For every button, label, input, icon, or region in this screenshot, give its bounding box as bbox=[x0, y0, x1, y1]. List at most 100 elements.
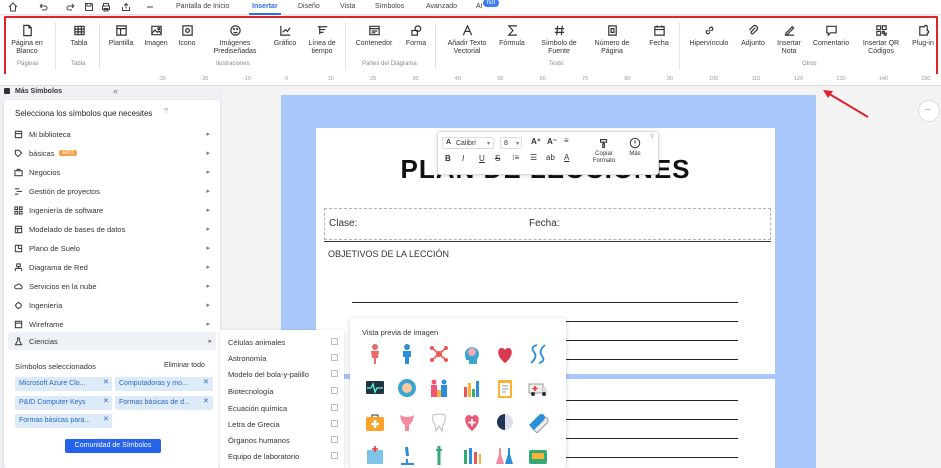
numbered-list-icon[interactable]: ⁝≡ bbox=[512, 153, 519, 162]
submenu-item[interactable]: Equipo de laboratorio bbox=[228, 452, 340, 461]
submenu-item[interactable]: Modelo del bola-y-palillo bbox=[228, 370, 340, 379]
checkbox[interactable] bbox=[331, 420, 338, 427]
checkbox[interactable] bbox=[331, 338, 338, 345]
heart-organ-icon[interactable] bbox=[494, 343, 516, 365]
lab-flasks-icon[interactable] bbox=[494, 444, 516, 466]
more-button[interactable]: Más bbox=[624, 137, 646, 157]
italic-button[interactable]: I bbox=[462, 154, 464, 163]
clear-all-link[interactable]: Eliminar todo bbox=[164, 362, 205, 369]
molecule-icon[interactable] bbox=[428, 343, 450, 365]
home-icon[interactable] bbox=[8, 2, 18, 12]
category-diagrama-de-red[interactable]: Diagrama de Red ▸ bbox=[14, 258, 214, 276]
align-icon[interactable]: ≡ bbox=[564, 136, 569, 145]
menu-insertar[interactable]: Insertar bbox=[252, 3, 278, 10]
lab-equipment-icon[interactable] bbox=[527, 444, 549, 466]
checkbox[interactable] bbox=[331, 452, 338, 459]
hospital-icon[interactable] bbox=[364, 444, 386, 466]
redo-icon[interactable] bbox=[66, 2, 76, 12]
category-plano-de-suelo[interactable]: Plano de Suelo ▸ bbox=[14, 239, 214, 257]
category-gestion-de-proyectos[interactable]: Gestión de proyectos ▸ bbox=[14, 182, 214, 200]
category-wireframe[interactable]: Wireframe ▸ bbox=[14, 315, 214, 333]
category-servicios-en-la-nube[interactable]: Servicios en la nube ▸ bbox=[14, 277, 214, 295]
half-circle-icon[interactable] bbox=[494, 411, 516, 433]
close-icon[interactable]: ✕ bbox=[103, 397, 109, 405]
menu-diseno[interactable]: Diseño bbox=[298, 3, 320, 10]
category-basicas[interactable]: básicas HOT ▸ bbox=[14, 144, 214, 162]
pill-capsule-icon[interactable] bbox=[527, 411, 549, 433]
submenu-item[interactable]: Células animales bbox=[228, 338, 340, 347]
selected-chip[interactable]: Formas básicas para... bbox=[15, 414, 112, 428]
menu-vista[interactable]: Vista bbox=[340, 3, 355, 10]
selected-chip[interactable]: Microsoft Azure Clo... bbox=[15, 377, 112, 391]
collapse-panel-icon[interactable]: « bbox=[113, 86, 118, 96]
fetus-icon[interactable] bbox=[396, 377, 418, 399]
font-grow-icon[interactable]: A⁺ bbox=[531, 137, 541, 146]
font-shrink-icon[interactable]: A⁻ bbox=[547, 137, 557, 146]
font-family-select[interactable]: A Calibri ▾ bbox=[442, 137, 494, 149]
close-icon[interactable]: ✕ bbox=[203, 378, 209, 386]
uterus-icon[interactable] bbox=[396, 411, 418, 433]
selected-chip[interactable]: P&ID Computer Keys bbox=[15, 396, 112, 410]
health-heart-icon[interactable] bbox=[461, 411, 483, 433]
clipboard-icon[interactable] bbox=[494, 377, 516, 399]
copy-format-button[interactable]: Copiar Formato bbox=[590, 137, 618, 165]
more-quick-access-icon[interactable] bbox=[145, 2, 155, 12]
syringe-icon[interactable] bbox=[428, 444, 450, 466]
bold-button[interactable]: B bbox=[445, 154, 451, 163]
strikethrough-button[interactable]: S bbox=[495, 154, 500, 163]
checkbox[interactable] bbox=[331, 436, 338, 443]
category-ingenieria[interactable]: Ingeniería ▸ bbox=[14, 296, 214, 314]
checkbox[interactable] bbox=[331, 387, 338, 394]
export-icon[interactable] bbox=[121, 2, 131, 12]
ecg-monitor-icon[interactable] bbox=[364, 377, 386, 399]
checkbox[interactable] bbox=[331, 370, 338, 377]
submenu-item[interactable]: Biotecnología bbox=[228, 387, 340, 396]
help-icon[interactable]: ? bbox=[164, 108, 168, 115]
selected-chip[interactable]: Formas básicas de d... bbox=[115, 396, 213, 410]
submenu-item[interactable]: Ecuación química bbox=[228, 404, 340, 413]
selected-chip[interactable]: Computadoras y mo... bbox=[115, 377, 213, 391]
close-icon[interactable]: ✕ bbox=[103, 378, 109, 386]
first-aid-kit-icon[interactable] bbox=[364, 411, 386, 433]
clase-fecha-row[interactable]: Clase: Fecha: bbox=[324, 208, 771, 240]
underline-button[interactable]: U bbox=[479, 154, 485, 163]
panel-title[interactable]: Más Símbolos bbox=[15, 88, 62, 95]
text-ab-button[interactable]: ab bbox=[546, 153, 555, 162]
close-icon[interactable]: ✕ bbox=[103, 415, 109, 423]
category-ciencias[interactable]: Ciencias ▸ bbox=[8, 332, 216, 350]
menu-simbolos[interactable]: Símbolos bbox=[375, 3, 404, 10]
ambulance-icon[interactable] bbox=[527, 377, 549, 399]
category-ingenieria-de-software[interactable]: Ingeniería de software ▸ bbox=[14, 201, 214, 219]
submenu-item[interactable]: Órganos humanos bbox=[228, 436, 340, 445]
category-negocios[interactable]: Negocios ▸ bbox=[14, 163, 214, 181]
submenu-item[interactable]: Letra de Grecia bbox=[228, 420, 340, 429]
bullet-list-icon[interactable]: ☰ bbox=[530, 153, 537, 162]
category-modelado-bases-de-datos[interactable]: Modelado de bases de datos ▸ bbox=[14, 220, 214, 238]
menu-avanzado[interactable]: Avanzado bbox=[426, 3, 457, 10]
font-color-icon[interactable]: A bbox=[564, 153, 569, 162]
category-mi-biblioteca[interactable]: Mi biblioteca ▸ bbox=[14, 125, 214, 143]
bar-chart-icon[interactable] bbox=[461, 377, 483, 399]
zoom-control[interactable]: – bbox=[918, 100, 940, 122]
symbol-community-button[interactable]: Comunidad de Símbolos bbox=[65, 439, 161, 453]
checkbox[interactable] bbox=[331, 404, 338, 411]
male-body-icon[interactable] bbox=[396, 343, 418, 365]
submenu-item[interactable]: Astronomía bbox=[228, 354, 340, 363]
microscope-icon[interactable] bbox=[396, 444, 418, 466]
tooth-icon[interactable] bbox=[428, 411, 450, 433]
print-icon[interactable] bbox=[101, 2, 111, 12]
menu-ai[interactable]: AI bbox=[476, 3, 483, 10]
menu-pantalla-de-inicio[interactable]: Pantalla de Inicio bbox=[176, 3, 229, 10]
ruler-label: 140 bbox=[878, 76, 888, 82]
close-icon[interactable]: ✕ bbox=[203, 397, 209, 405]
family-icon[interactable] bbox=[428, 377, 450, 399]
female-body-icon[interactable] bbox=[364, 343, 386, 365]
font-size-select[interactable]: 8 ▾ bbox=[500, 137, 522, 149]
dna-icon[interactable] bbox=[527, 343, 549, 365]
test-tubes-icon[interactable] bbox=[461, 444, 483, 466]
head-brain-icon[interactable] bbox=[461, 343, 483, 365]
save-icon[interactable] bbox=[84, 2, 94, 12]
undo-icon[interactable] bbox=[38, 2, 48, 12]
pin-icon[interactable]: ⚲ bbox=[650, 133, 654, 140]
checkbox[interactable] bbox=[331, 354, 338, 361]
